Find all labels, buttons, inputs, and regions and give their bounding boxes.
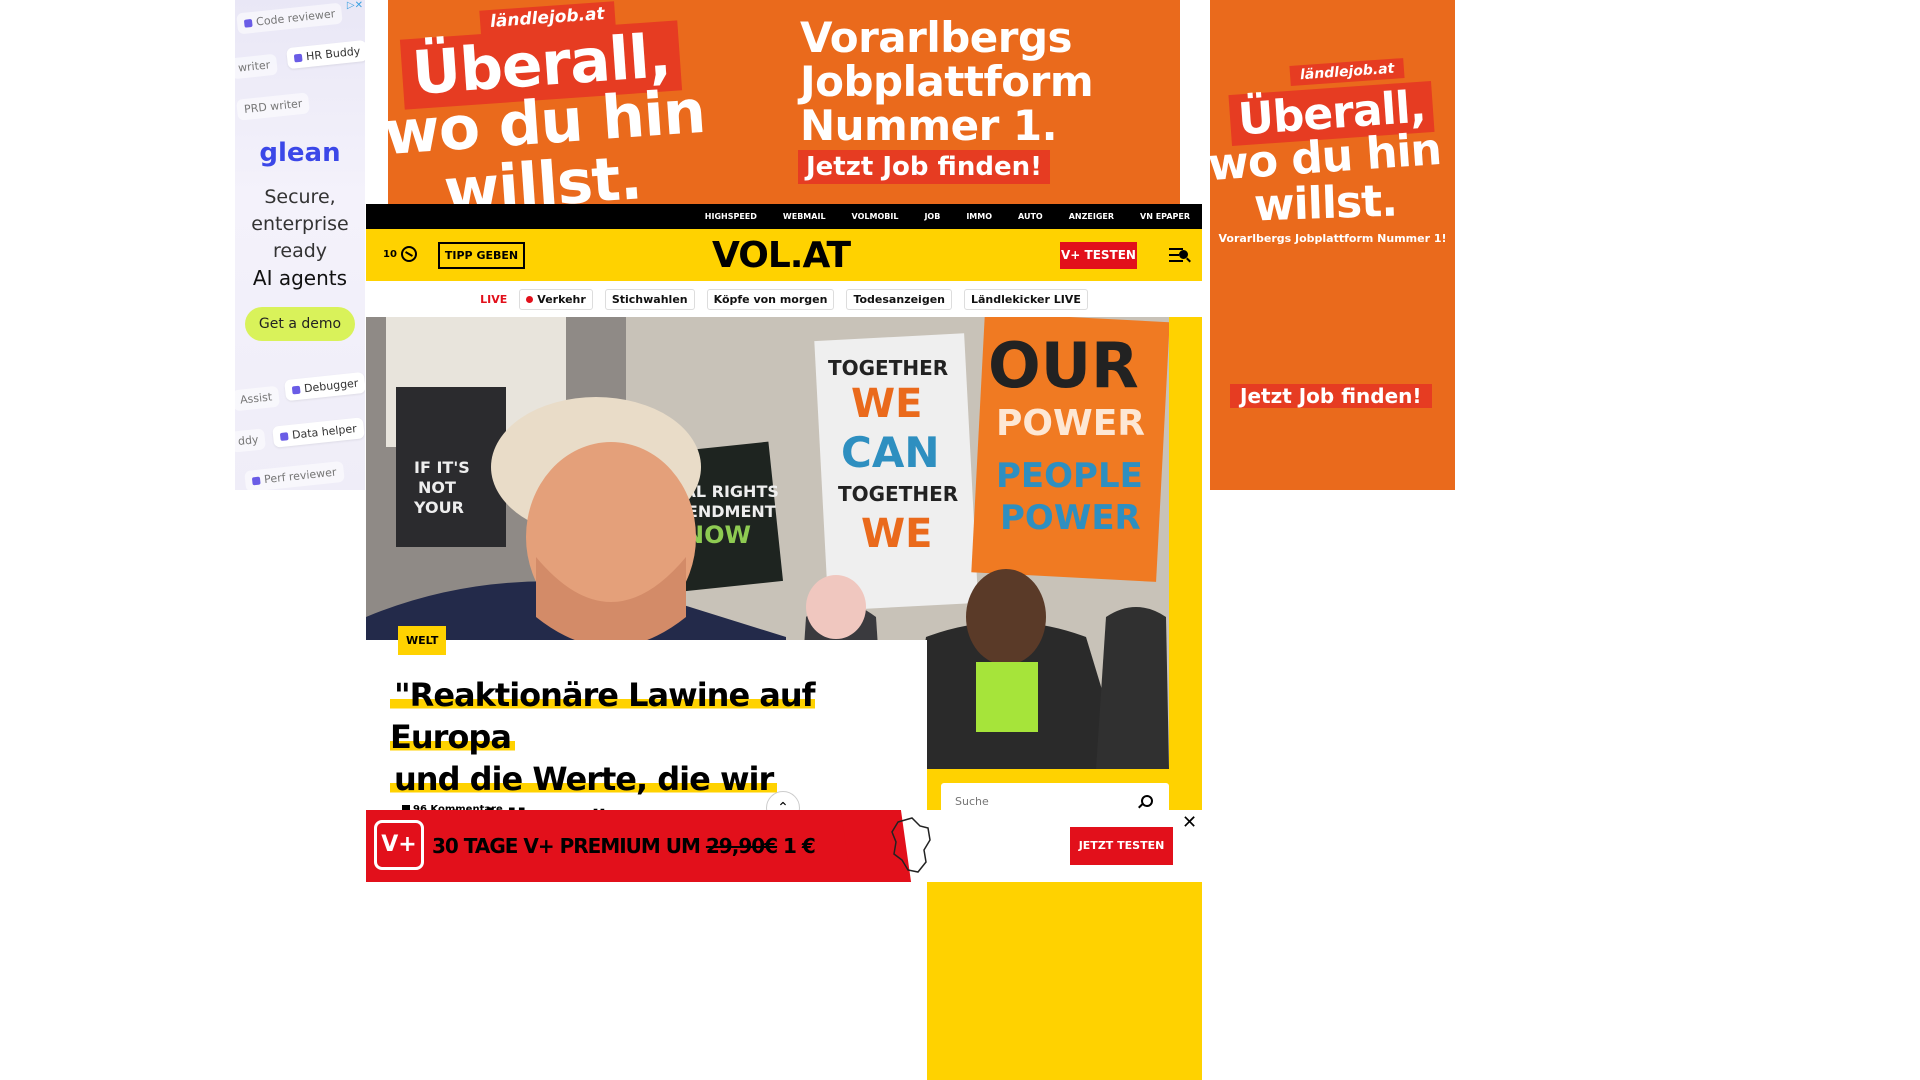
hero-section: IF IT'S NOT YOUR UAL RIGHTS MENDMENT NOW… bbox=[366, 317, 1202, 1080]
search-icon[interactable] bbox=[1141, 795, 1153, 807]
ad-chip: Code reviewer bbox=[236, 2, 344, 35]
topic-verkehr[interactable]: Verkehr bbox=[519, 288, 593, 310]
ad-subline: Vorarlbergs Jobplattform Nummer 1! bbox=[1218, 232, 1447, 245]
article-kicker[interactable]: WELT bbox=[398, 626, 447, 655]
laendlejob-logo: ländlejob.at bbox=[1289, 58, 1405, 86]
ad-chip: Data helper bbox=[272, 417, 365, 448]
menu-search-icon[interactable] bbox=[1169, 246, 1191, 264]
nav-immo[interactable]: IMMO bbox=[966, 212, 992, 221]
chip-icon bbox=[243, 18, 253, 28]
premium-offer: 30 TAGE V+ PREMIUM UM 29,90€ 1 € bbox=[432, 834, 816, 858]
ad-copy-bold: AI agents bbox=[252, 266, 348, 290]
svg-text:TOGETHER: TOGETHER bbox=[828, 356, 948, 380]
chip-icon bbox=[293, 53, 303, 63]
laendlejob-right-ad[interactable]: ländlejob.at Überall, wo du hin willst. … bbox=[1210, 0, 1455, 490]
chip-icon bbox=[251, 476, 261, 486]
job-finden-button[interactable]: Jetzt Job finden! bbox=[1230, 384, 1432, 408]
weather-icon bbox=[400, 246, 417, 262]
topic-stichwahlen[interactable]: Stichwahlen bbox=[604, 288, 695, 310]
nav-volmobil[interactable]: VOLMOBIL bbox=[852, 212, 899, 221]
ad-slogan-line: willst. bbox=[1253, 175, 1398, 232]
adchoices-icon[interactable]: ▷✕ bbox=[347, 0, 363, 11]
laendlejob-top-ad[interactable]: ländlejob.at Überall, wo du hin willst. … bbox=[388, 0, 1180, 204]
old-price: 29,90€ bbox=[705, 834, 778, 858]
jetzt-testen-button[interactable]: JETZT TESTEN bbox=[1070, 827, 1173, 865]
nav-highspeed[interactable]: HIGHSPEED bbox=[705, 212, 757, 221]
svg-text:IF IT'S: IF IT'S bbox=[414, 458, 470, 477]
nav-job[interactable]: JOB bbox=[924, 212, 940, 221]
premium-banner[interactable]: V+ 30 TAGE V+ PREMIUM UM 29,90€ 1 € JETZ… bbox=[366, 810, 1202, 882]
svg-text:YOUR: YOUR bbox=[413, 498, 464, 517]
ad-chip: Assist bbox=[235, 385, 281, 412]
close-icon[interactable]: ✕ bbox=[1182, 812, 1197, 833]
tipp-geben-button[interactable]: TIPP GEBEN bbox=[438, 242, 525, 269]
chip-icon bbox=[291, 385, 301, 395]
svg-text:WE: WE bbox=[851, 381, 922, 427]
svg-text:CAN: CAN bbox=[841, 428, 939, 477]
nav-vn-epaper[interactable]: VN EPAPER bbox=[1140, 212, 1190, 221]
nav-anzeiger[interactable]: ANZEIGER bbox=[1069, 212, 1114, 221]
glean-ad[interactable]: ▷✕ Code reviewer writer HR Buddy PRD wri… bbox=[235, 0, 365, 490]
chip-icon bbox=[279, 432, 289, 441]
job-finden-button[interactable]: Jetzt Job finden! bbox=[798, 150, 1050, 184]
new-price: 1 € bbox=[777, 834, 816, 858]
site-logo[interactable]: VOL.AT bbox=[712, 235, 851, 276]
vplus-testen-button[interactable]: V+ TESTEN bbox=[1060, 242, 1137, 269]
ad-chip: Debugger bbox=[284, 371, 365, 402]
nav-webmail[interactable]: WEBMAIL bbox=[783, 212, 826, 221]
svg-text:NOT: NOT bbox=[418, 478, 456, 497]
weather-widget[interactable]: 10 bbox=[383, 246, 417, 262]
vol-site: HIGHSPEED WEBMAIL VOLMOBIL JOB IMMO AUTO… bbox=[366, 204, 1202, 1080]
top-navigation: HIGHSPEED WEBMAIL VOLMOBIL JOB IMMO AUTO… bbox=[366, 204, 1202, 229]
topic-todesanzeigen[interactable]: Todesanzeigen bbox=[846, 288, 952, 310]
ad-chip: writer bbox=[235, 53, 279, 80]
live-dot-icon bbox=[526, 295, 534, 303]
vorarlberg-map-icon bbox=[891, 817, 931, 873]
svg-text:TOGETHER: TOGETHER bbox=[838, 482, 958, 506]
ad-chip: HR Buddy bbox=[286, 39, 365, 70]
glean-logo: glean bbox=[259, 138, 341, 168]
ad-chip: Perf reviewer bbox=[244, 460, 345, 490]
site-header: 10 TIPP GEBEN VOL.AT V+ TESTEN bbox=[366, 229, 1202, 281]
topic-laendlekicker-live[interactable]: Ländlekicker LIVE bbox=[964, 288, 1088, 310]
topic-koepfe-von-morgen[interactable]: Köpfe von morgen bbox=[706, 288, 835, 310]
live-label: LIVE bbox=[480, 292, 508, 306]
ad-right-copy: Vorarlbergs Jobplattform Nummer 1. bbox=[800, 13, 1094, 150]
temperature: 10 bbox=[383, 248, 397, 260]
search-input[interactable] bbox=[955, 795, 1125, 808]
ad-chip: ddy bbox=[235, 428, 267, 453]
vplus-logo: V+ bbox=[374, 820, 424, 870]
svg-text:WE: WE bbox=[861, 511, 932, 557]
svg-text:OUR: OUR bbox=[988, 329, 1139, 402]
ad-chip: PRD writer bbox=[236, 92, 311, 121]
ad-copy: Secure, enterprise ready bbox=[251, 186, 349, 262]
svg-text:POWER: POWER bbox=[996, 403, 1145, 444]
get-demo-button[interactable]: Get a demo bbox=[245, 307, 355, 341]
live-topics-bar: LIVE Verkehr Stichwahlen Köpfe von morge… bbox=[366, 281, 1202, 317]
nav-auto[interactable]: AUTO bbox=[1018, 212, 1043, 221]
svg-text:PEOPLE: PEOPLE bbox=[996, 456, 1143, 496]
svg-text:POWER: POWER bbox=[1000, 498, 1141, 538]
